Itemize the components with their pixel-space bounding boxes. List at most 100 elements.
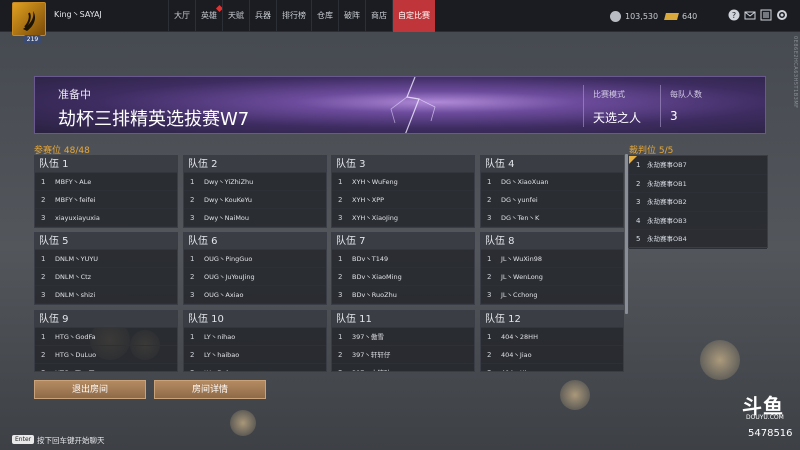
team-panel: 队伍 10 1 LY丶nihao 2 LY丶haibao 3 LY丶Doby (183, 310, 327, 372)
gold-balance: 640 (664, 0, 698, 32)
team-name: 队伍 11 (332, 311, 474, 328)
player-slot[interactable]: 3 LY丶Doby (184, 364, 326, 371)
player-slot[interactable]: 1 404丶28HH (481, 328, 623, 346)
player-name: LY丶haibao (204, 351, 240, 359)
referee-slot[interactable]: 1 永劫赛事OB7 (629, 156, 767, 175)
player-slot[interactable]: 2 DG丶yunfei (481, 191, 623, 209)
player-slot[interactable]: 2 Dwy丶KouKeYu (184, 191, 326, 209)
mail-icon[interactable] (744, 9, 756, 21)
player-slot[interactable]: 3 404丶Xiao (481, 364, 623, 371)
team-name: 队伍 1 (35, 156, 177, 173)
main-nav: 大厅 英雄 天赋 兵器 排行榜 仓库 破阵 商店 自定比赛 (168, 0, 435, 32)
per-team-label: 每队人数 (670, 90, 702, 99)
slot-number: 1 (338, 255, 343, 263)
player-slot[interactable]: 1 BDv丶T149 (332, 250, 474, 268)
nav-tab[interactable]: 天赋 (222, 0, 249, 32)
slot-number: 1 (338, 178, 343, 186)
player-slot[interactable]: 1 DG丶XiaoXuan (481, 173, 623, 191)
player-slot[interactable]: 3 JL丶Cchong (481, 286, 623, 304)
player-slot[interactable]: 3 BDv丶RuoZhu (332, 286, 474, 304)
player-slot[interactable]: 2 404丶Jiao (481, 346, 623, 364)
player-slot[interactable]: 3 DG丶Ten丶K (481, 209, 623, 227)
player-name: 404丶Jiao (501, 351, 532, 359)
player-slot[interactable]: 3 OUG丶Axiao (184, 286, 326, 304)
slot-number: 1 (41, 178, 46, 186)
nav-tab[interactable]: 大厅 (168, 0, 195, 32)
referee-slot[interactable]: 2 永劫赛事OB1 (629, 175, 767, 193)
player-slot[interactable]: 1 JL丶WuXin98 (481, 250, 623, 268)
slot-number: 4 (636, 216, 641, 225)
referee-slot[interactable]: 4 永劫赛事OB3 (629, 212, 767, 230)
leave-room-button[interactable]: 退出房间 (34, 380, 146, 399)
player-slot[interactable]: 3 HTG丶TianTi (35, 364, 177, 371)
slot-number: 2 (190, 351, 195, 359)
nav-tab[interactable]: 英雄 (195, 0, 224, 32)
slot-number: 2 (41, 196, 46, 204)
slot-number: 2 (487, 351, 492, 359)
settings-icon[interactable] (776, 9, 788, 21)
player-slot[interactable]: 1 MBFY丶ALe (35, 173, 177, 191)
top-bar: 219 King丶SAYAJ 大厅 英雄 天赋 兵器 排行榜 仓库 破阵 商店 自定比赛 103… (0, 0, 800, 44)
player-slot[interactable]: 2 HTG丶DuLuo (35, 346, 177, 364)
player-slot[interactable]: 1 397丶傲雪 (332, 328, 474, 346)
team-panel: 队伍 2 1 Dwy丶YiZhiZhu 2 Dwy丶KouKeYu 3 Dwy丶NaiMou (183, 155, 327, 228)
team-name: 队伍 12 (481, 311, 623, 328)
team-panel: 队伍 4 1 DG丶XiaoXuan 2 DG丶yunfei 3 DG丶Ten丶K (480, 155, 624, 228)
team-name: 队伍 7 (332, 233, 474, 250)
player-slot[interactable]: 3 XYH丶XiaoJing (332, 209, 474, 227)
player-avatar[interactable] (12, 2, 46, 36)
player-slot[interactable]: 1 DNLM丶YUYU (35, 250, 177, 268)
slot-number: 1 (190, 178, 195, 186)
player-name: BDv丶T149 (352, 255, 389, 263)
referee-slot[interactable]: 3 永劫赛事OB2 (629, 193, 767, 212)
player-slot[interactable]: 2 LY丶haibao (184, 346, 326, 364)
emblem-icon (23, 11, 35, 31)
player-slot[interactable]: 1 XYH丶WuFeng (332, 173, 474, 191)
player-name: DNLM丶Ctz (55, 273, 92, 281)
player-slot[interactable]: 2 BDv丶XiaoMing (332, 268, 474, 286)
room-details-button[interactable]: 房间详情 (154, 380, 266, 399)
player-slot[interactable]: 1 HTG丶GodFa (35, 328, 177, 346)
player-slot[interactable]: 2 MBFY丶feifei (35, 191, 177, 209)
referee-slot[interactable]: 5 永劫赛事OB4 (629, 230, 767, 249)
player-name: JL丶Cchong (501, 291, 538, 299)
help-icon[interactable]: ? (728, 9, 740, 21)
player-name: MBFY丶ALe (55, 178, 92, 186)
team-panel: 队伍 7 1 BDv丶T149 2 BDv丶XiaoMing 3 BDv丶RuoZhu (331, 232, 475, 305)
team-name: 队伍 2 (184, 156, 326, 173)
player-slot[interactable]: 2 OUG丶JuYouJing (184, 268, 326, 286)
menu-icon[interactable] (760, 9, 772, 21)
player-slot[interactable]: 3 Dwy丶NaiMou (184, 209, 326, 227)
player-name: LY丶nihao (204, 333, 236, 341)
player-slot[interactable]: 2 DNLM丶Ctz (35, 268, 177, 286)
player-slot[interactable]: 3 xiayuxiayuxia (35, 209, 177, 227)
player-slot[interactable]: 1 OUG丶PingGuo (184, 250, 326, 268)
team-name: 队伍 4 (481, 156, 623, 173)
slot-number: 3 (190, 364, 194, 371)
player-slot[interactable]: 2 397丶轩轩仔 (332, 346, 474, 364)
team-panel: 队伍 9 1 HTG丶GodFa 2 HTG丶DuLuo 3 HTG丶TianTi (34, 310, 178, 372)
nav-tab[interactable]: 兵器 (249, 0, 276, 32)
nav-tab[interactable]: 排行榜 (276, 0, 311, 32)
side-id-text: 0E86E2HCA63H5T1B3MF (792, 36, 798, 109)
nav-tab[interactable]: 仓库 (311, 0, 338, 32)
player-slot[interactable]: 1 LY丶nihao (184, 328, 326, 346)
player-name: MBFY丶feifei (55, 196, 96, 204)
player-slot[interactable]: 1 Dwy丶YiZhiZhu (184, 173, 326, 191)
nav-tab[interactable]: 商店 (365, 0, 392, 32)
player-slot[interactable]: 3 397丶小猪孙 (332, 364, 474, 371)
slot-number: 1 (636, 161, 641, 169)
player-name: JL丶WuXin98 (501, 255, 543, 263)
player-slot[interactable]: 3 DNLM丶shizi (35, 286, 177, 304)
slot-number: 3 (487, 214, 492, 222)
nav-tab[interactable]: 自定比赛 (392, 0, 435, 32)
player-slot[interactable]: 2 JL丶WenLong (481, 268, 623, 286)
slot-number: 3 (487, 291, 492, 299)
chat-hint[interactable]: 按下回车键开始聊天 (37, 435, 105, 446)
player-name[interactable]: King丶SAYAJ (54, 9, 102, 20)
player-slot[interactable]: 2 XYH丶XPP (332, 191, 474, 209)
nav-tab[interactable]: 破阵 (338, 0, 365, 32)
gold-amount: 640 (682, 11, 698, 21)
slot-number: 3 (190, 214, 195, 222)
player-name: Dwy丶KouKeYu (204, 196, 252, 204)
